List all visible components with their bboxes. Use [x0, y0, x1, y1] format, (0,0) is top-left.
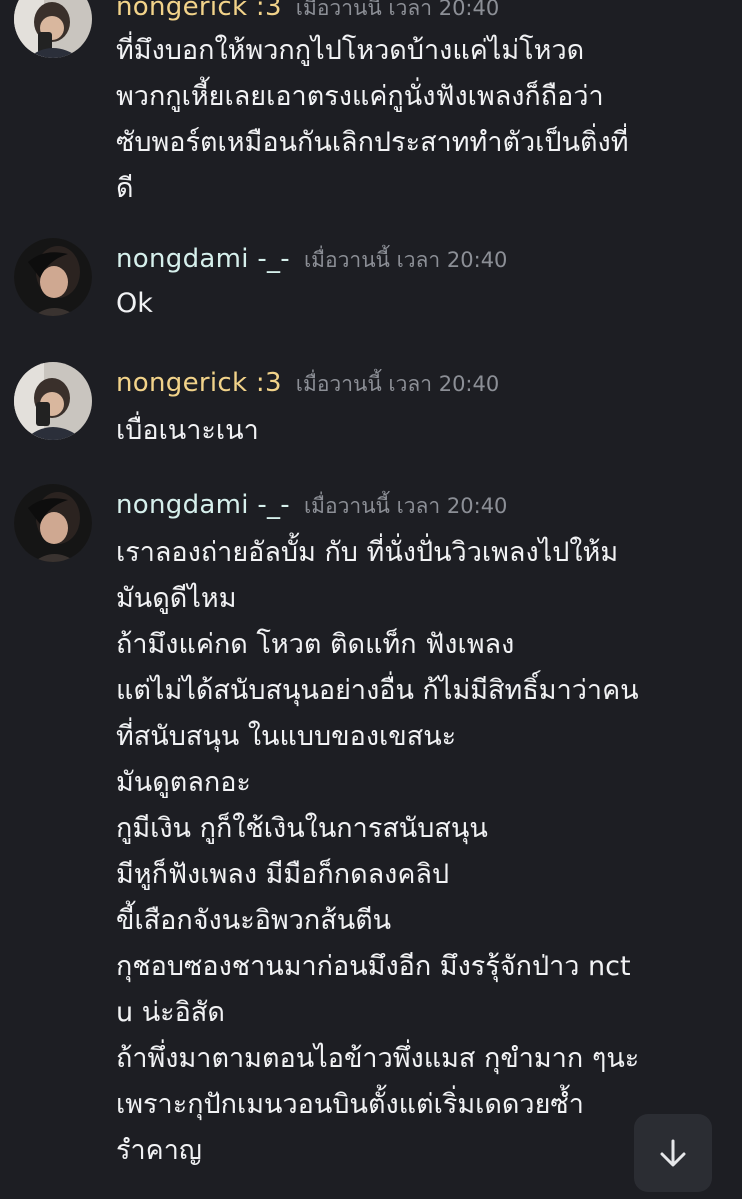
- message-line: กุชอบซองชานมาก่อนมึงอีก มึงรรุ้จักป่าว n…: [116, 951, 631, 982]
- timestamp: เมื่อวานนี้ เวลา 20:40: [295, 0, 500, 20]
- message-line: เราลองถ่ายอัลบั้ม กับ ที่นั่งปั่นวิวเพลง…: [116, 537, 619, 568]
- message-line: ที่สนับสนุน ในแบบของเขสนะ: [116, 721, 457, 752]
- message-line: รำคาญ: [116, 1135, 202, 1166]
- message-body: ที่มึงบอกให้พวกกูไปโหวดบ้างแค่ไม่โหวด พว…: [116, 28, 716, 212]
- message-line: มีหูก็ฟังเพลง มีมือก็กดลงคลิป: [116, 859, 450, 890]
- message-line: ดี: [116, 173, 134, 204]
- message-line: ถ้าพึ่งมาตามตอนไอข้าวพึ่งแมส กุขำมาก ๆนะ: [116, 1043, 640, 1074]
- avatar[interactable]: [14, 238, 92, 316]
- message-line: มันดูตลกอะ: [116, 767, 251, 798]
- username[interactable]: nongdami -_-: [116, 490, 290, 520]
- message-line: กูมีเงิน กูก็ใช้เงินในการสนับสนุน: [116, 813, 488, 844]
- avatar[interactable]: [14, 0, 92, 58]
- username[interactable]: nongerick :3: [116, 0, 282, 22]
- message-line: แต่ไม่ได้สนับสนุนอย่างอื่น ก้ไม่มีสิทธิ์…: [116, 675, 639, 706]
- message-body: Ok: [116, 281, 716, 327]
- username[interactable]: nongerick :3: [116, 368, 282, 398]
- avatar[interactable]: [14, 362, 92, 440]
- message-body: เราลองถ่ายอัลบั้ม กับ ที่นั่งปั่นวิวเพลง…: [116, 530, 716, 1174]
- timestamp: เมื่อวานนี้ เวลา 20:40: [303, 494, 508, 518]
- message-header: nongdami -_- เมื่อวานนี้ เวลา 20:40: [116, 490, 507, 523]
- message-header: nongerick :3 เมื่อวานนี้ เวลา 20:40: [116, 368, 499, 401]
- message-line: ขี้เสือกจังนะอิพวกส้นตีน: [116, 905, 392, 936]
- avatar[interactable]: [14, 484, 92, 562]
- arrow-down-icon: [660, 1139, 686, 1167]
- message-line: ถ้ามึงแค่กด โหวต ติดแท็ก ฟังเพลง: [116, 629, 515, 660]
- message-line: เพราะกุปักเมนวอนบินตั้งแต่เริ่มเดดวยซ้ำ: [116, 1089, 584, 1120]
- message-line: มันดูดีไหม: [116, 583, 237, 614]
- message-line: u น่ะอิสัด: [116, 997, 225, 1028]
- message-line: Ok: [116, 288, 153, 319]
- message-header: nongerick :3 เมื่อวานนี้ เวลา 20:40: [116, 0, 499, 25]
- timestamp: เมื่อวานนี้ เวลา 20:40: [303, 248, 508, 272]
- timestamp: เมื่อวานนี้ เวลา 20:40: [295, 372, 500, 396]
- username[interactable]: nongdami -_-: [116, 244, 290, 274]
- message-line: ที่มึงบอกให้พวกกูไปโหวดบ้างแค่ไม่โหวด: [116, 35, 585, 66]
- message-line: เบื่อเนาะเนา: [116, 415, 259, 446]
- scroll-to-bottom-button[interactable]: [634, 1114, 712, 1192]
- message-line: พวกกูเหี้ยเลยเอาตรงแค่กูนั่งฟังเพลงก็ถือ…: [116, 81, 604, 112]
- message-line: ซับพอร์ตเหมือนกันเลิกประสาททำตัวเป็นติ่ง…: [116, 127, 629, 158]
- message-header: nongdami -_- เมื่อวานนี้ เวลา 20:40: [116, 244, 507, 277]
- message-body: เบื่อเนาะเนา: [116, 408, 716, 454]
